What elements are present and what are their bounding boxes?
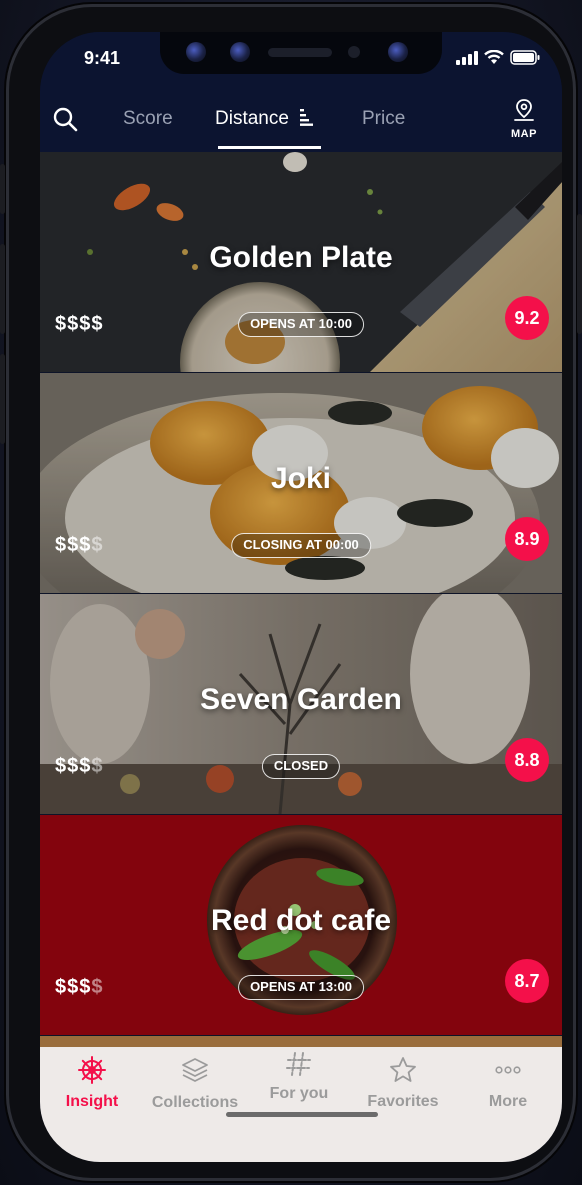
star-icon — [390, 1057, 416, 1082]
phone-screen: 9:41 Score Distance Price MAP Golden Pla… — [40, 32, 562, 1162]
notch — [160, 32, 442, 74]
tab-collections[interactable]: Collections — [145, 1055, 245, 1112]
restaurant-name: Golden Plate — [209, 241, 393, 274]
tab-label: For you — [269, 1085, 329, 1102]
tab-for-you[interactable]: For you — [249, 1052, 349, 1103]
score-badge: 8.8 — [505, 738, 549, 782]
tab-more[interactable]: More — [458, 1055, 558, 1111]
tab-distance-label: Distance — [215, 108, 289, 129]
tab-label: Insight — [65, 1093, 119, 1110]
more-dots-icon — [495, 1066, 521, 1074]
price-level-active: $$$ — [55, 976, 92, 998]
sort-nav-bar: Score Distance Price MAP — [40, 92, 562, 152]
restaurant-name: Red dot cafe — [210, 904, 392, 937]
map-label: MAP — [511, 128, 537, 140]
signal-icon — [456, 50, 478, 65]
opening-status-badge: CLOSED — [261, 754, 341, 779]
phone-frame: 9:41 Score Distance Price MAP Golden Pla… — [0, 4, 582, 1181]
tab-distance[interactable]: Distance — [215, 108, 314, 130]
price-level-dim: $ — [91, 534, 104, 556]
camera-icon — [230, 42, 250, 62]
status-bar: 9:41 — [40, 32, 562, 92]
restaurant-card[interactable]: Golden Plate $$$$ OPENS AT 10:00 9.2 — [40, 152, 562, 372]
ship-wheel-icon — [78, 1056, 106, 1084]
opening-status-badge: OPENS AT 13:00 — [238, 975, 364, 1000]
camera-icon — [186, 42, 206, 62]
sensor-dot — [348, 46, 360, 58]
tab-score[interactable]: Score — [123, 108, 173, 130]
opening-status-badge: OPENS AT 10:00 — [238, 312, 364, 337]
price-level-active: $$$ — [55, 755, 92, 777]
map-button[interactable]: MAP — [504, 98, 544, 140]
price-level: $$$$ — [55, 755, 104, 778]
sort-order-icon — [300, 109, 314, 126]
side-button-right — [577, 214, 582, 334]
camera-icon — [388, 42, 408, 62]
tab-label: Favorites — [367, 1093, 439, 1110]
price-level-dim: $ — [91, 755, 104, 777]
side-button-left — [0, 244, 5, 334]
home-indicator[interactable] — [226, 1112, 378, 1117]
opening-status-badge: CLOSING AT 00:00 — [231, 533, 371, 558]
price-level-dim: $ — [91, 976, 104, 998]
price-level: $$$$ — [55, 534, 104, 557]
restaurant-name: Joki — [270, 462, 332, 495]
tab-favorites[interactable]: Favorites — [353, 1055, 453, 1111]
restaurant-card[interactable]: Red dot cafe $$$$ OPENS AT 13:00 8.7 — [40, 815, 562, 1035]
map-pin-icon — [514, 99, 534, 121]
restaurant-card[interactable]: Joki $$$$ CLOSING AT 00:00 8.9 — [40, 373, 562, 593]
side-button-left — [0, 164, 5, 214]
tab-label: Collections — [151, 1094, 239, 1111]
search-icon[interactable] — [52, 106, 78, 132]
wifi-icon — [484, 50, 504, 64]
tab-price[interactable]: Price — [362, 108, 405, 130]
price-level: $$$$ — [55, 976, 104, 999]
score-badge: 8.9 — [505, 517, 549, 561]
restaurant-name: Seven Garden — [200, 683, 402, 716]
active-tab-indicator — [218, 146, 321, 149]
price-level: $$$$ — [55, 313, 104, 336]
side-button-left — [0, 354, 5, 444]
hashtag-icon — [286, 1052, 311, 1076]
speaker-grille — [268, 48, 332, 57]
score-badge: 8.7 — [505, 959, 549, 1003]
tab-label: More — [488, 1093, 528, 1110]
price-level-active: $$$$ — [55, 313, 104, 335]
restaurant-card[interactable]: Seven Garden $$$$ CLOSED 8.8 — [40, 594, 562, 814]
bottom-tab-bar: Insight Collections For you Favorites Mo… — [40, 1047, 562, 1162]
status-icons — [456, 50, 540, 65]
battery-icon — [510, 50, 540, 65]
score-badge: 9.2 — [505, 296, 549, 340]
tab-insight[interactable]: Insight — [42, 1055, 142, 1111]
status-time: 9:41 — [84, 48, 121, 68]
price-level-active: $$$ — [55, 534, 92, 556]
layers-icon — [182, 1058, 208, 1082]
